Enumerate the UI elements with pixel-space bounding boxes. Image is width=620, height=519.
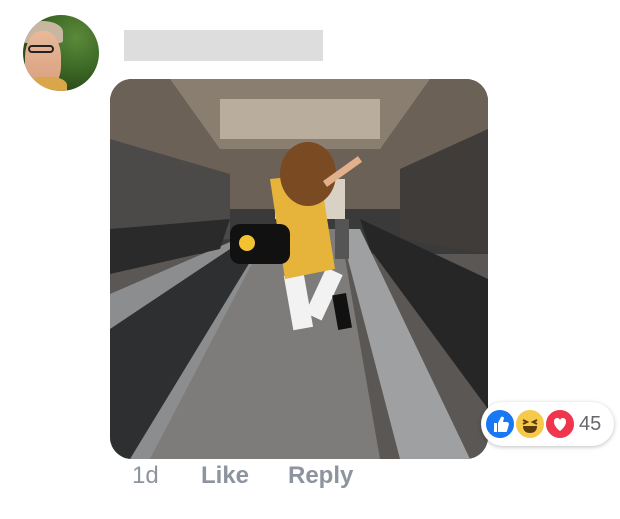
reaction-summary[interactable]: 45 [481, 402, 614, 446]
redacted-author-name [124, 30, 323, 61]
reply-button[interactable]: Reply [288, 462, 353, 490]
reaction-count: 45 [579, 413, 602, 435]
comment-timestamp[interactable]: 1d [132, 462, 159, 490]
airport-walkway-photo [110, 79, 488, 459]
avatar[interactable] [23, 15, 99, 91]
avatar-glasses [28, 45, 54, 53]
avatar-shirt [27, 77, 67, 91]
haha-icon [514, 408, 546, 440]
like-icon [484, 408, 516, 440]
love-icon [544, 408, 576, 440]
comment-photo[interactable] [110, 79, 488, 459]
like-button[interactable]: Like [201, 462, 249, 490]
